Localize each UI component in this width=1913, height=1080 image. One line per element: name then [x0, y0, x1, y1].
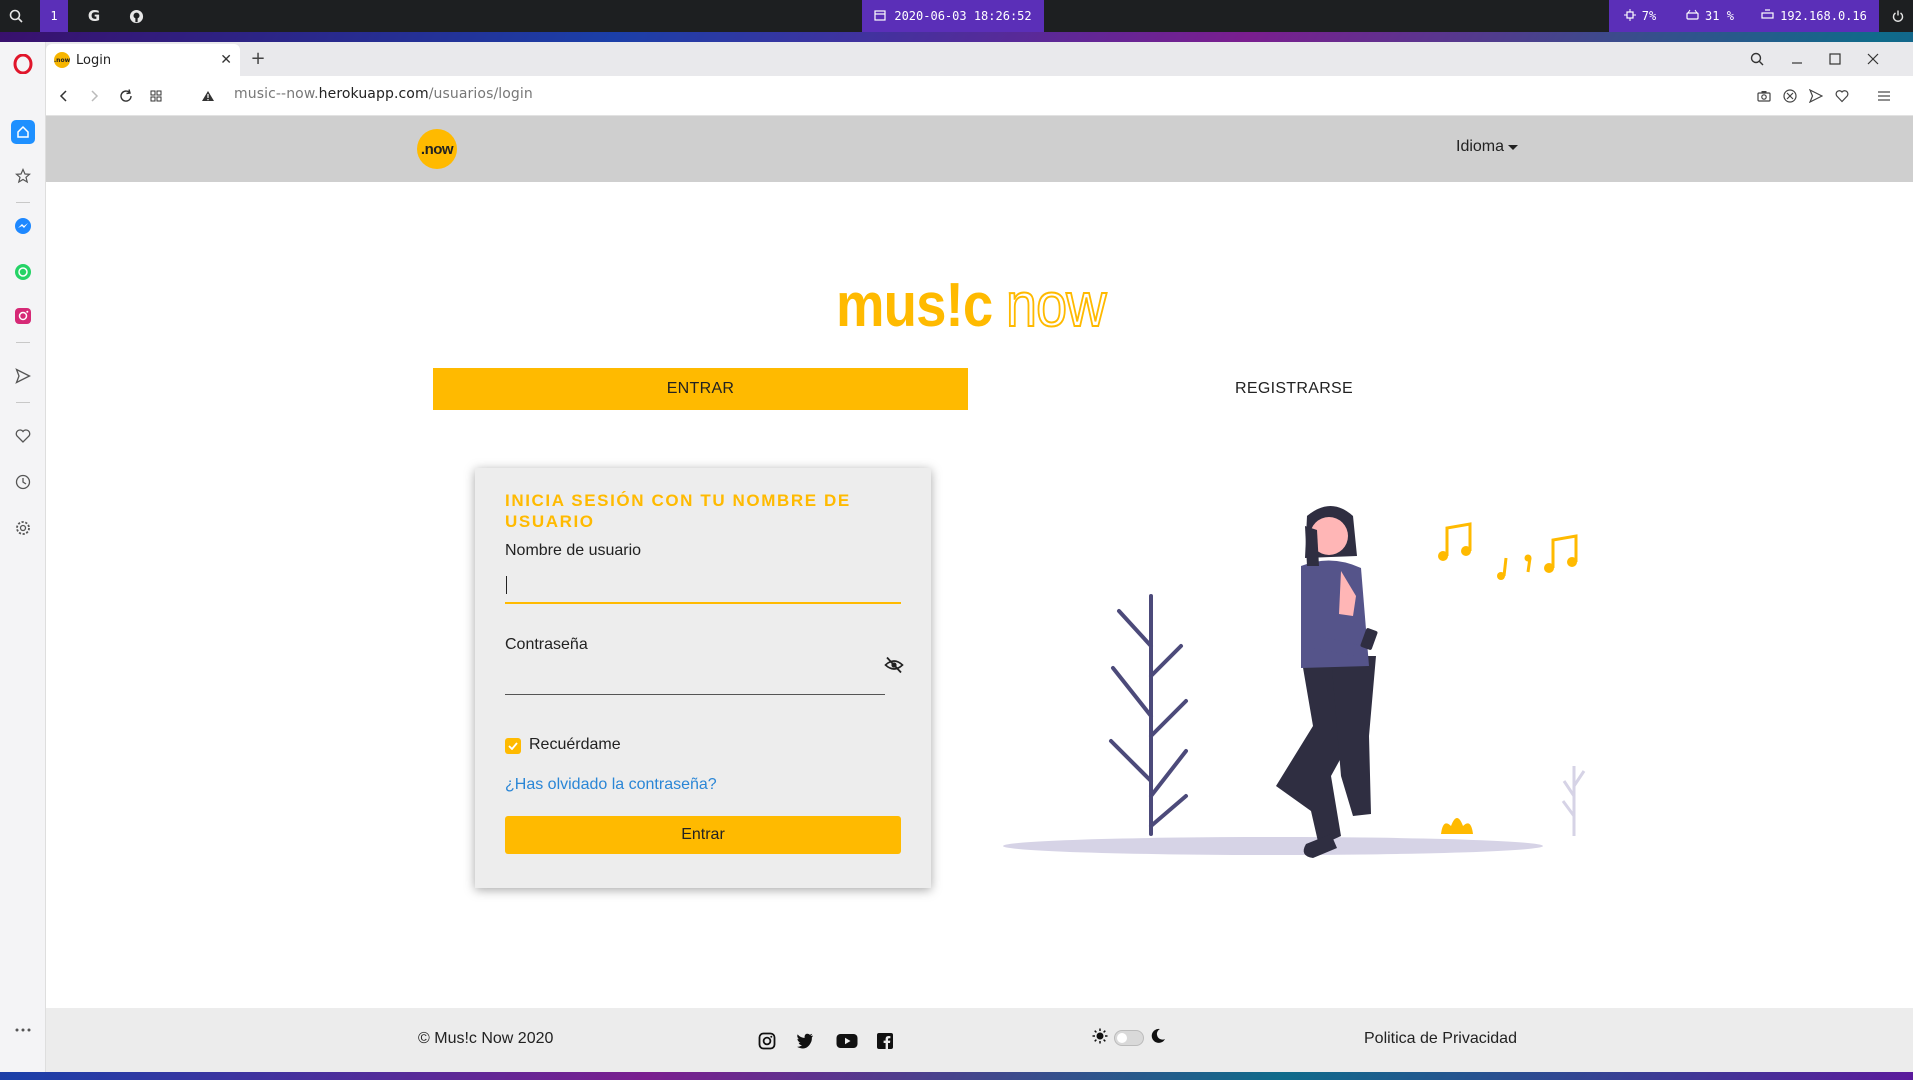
close-window-icon[interactable] [1862, 48, 1884, 70]
theme-switcher [1092, 1028, 1166, 1048]
login-card: INICIA SESIÓN CON TU NOMBRE DE USUARIO N… [475, 468, 931, 888]
page-content: .now Idioma mus!c now ENTRAR REGISTRARSE… [46, 116, 1913, 1072]
remember-me-label[interactable]: Recuérdame [529, 736, 621, 754]
site-footer: © Mus!c Now 2020 Politica de Privacidad [46, 1008, 1913, 1072]
ethernet-icon [1761, 9, 1774, 23]
caret-down-icon [1508, 144, 1519, 150]
easy-setup-menu-icon[interactable] [1874, 86, 1894, 106]
bookmark-heart-icon[interactable] [1832, 86, 1852, 106]
site-navbar: .now Idioma [46, 116, 1913, 182]
brand-now-text: now [1005, 270, 1107, 341]
privacy-policy-link[interactable]: Politica de Privacidad [1364, 1030, 1517, 1048]
send-icon[interactable] [11, 364, 35, 388]
datetime-text: 2020-06-03 18:26:52 [894, 9, 1032, 23]
sun-icon [1092, 1028, 1108, 1048]
opera-sidebar [0, 42, 46, 1072]
tab-register[interactable]: REGISTRARSE [1164, 368, 1424, 410]
password-input[interactable] [505, 662, 885, 692]
url-path: /usuarios/login [428, 86, 533, 102]
power-icon[interactable] [1883, 0, 1913, 32]
site-favicon: .now [54, 52, 70, 68]
password-underline [505, 694, 885, 695]
cpu-usage-text: 7% [1641, 9, 1657, 23]
site-logo[interactable]: .now [417, 129, 457, 169]
url-host: herokuapp.com [318, 86, 429, 102]
address-bar: music--now.herokuapp.com/usuarios/login [46, 76, 1913, 116]
password-label: Contraseña [505, 636, 588, 653]
clock-widget: 2020-06-03 18:26:52 [862, 0, 1044, 32]
copyright-text: © Mus!c Now 2020 [418, 1030, 554, 1047]
language-label: Idioma [1456, 138, 1505, 155]
facebook-icon[interactable] [874, 1030, 896, 1052]
adblock-icon[interactable] [1780, 86, 1800, 106]
url-prefix: music--now. [234, 86, 319, 102]
minimize-icon[interactable] [1786, 48, 1808, 70]
dark-mode-toggle[interactable] [1114, 1030, 1144, 1046]
calendar-icon [874, 9, 886, 24]
share-send-icon[interactable] [1806, 86, 1826, 106]
browser-window: .now Login ✕ + music--now.herokuapp.com/… [46, 42, 1913, 1072]
moon-icon [1150, 1028, 1166, 1048]
bookmarks-icon[interactable] [11, 164, 35, 188]
cpu-icon [1623, 8, 1636, 24]
reload-icon[interactable] [114, 84, 138, 108]
speed-dial-icon[interactable] [144, 84, 168, 108]
github-icon[interactable] [122, 0, 150, 32]
new-tab-button[interactable]: + [246, 46, 270, 70]
login-heading: INICIA SESIÓN CON TU NOMBRE DE USUARIO [505, 491, 851, 531]
forward-icon[interactable] [82, 84, 106, 108]
close-tab-icon[interactable]: ✕ [220, 52, 232, 68]
url-field[interactable]: music--now.herokuapp.com/usuarios/login [234, 86, 533, 102]
network-widget: 192.168.0.16 [1749, 0, 1879, 32]
history-icon[interactable] [11, 470, 35, 494]
search-tabs-icon[interactable] [1746, 48, 1768, 70]
os-top-bar: 1 G 2020-06-03 18:26:52 7% 31 % 192.168.… [0, 0, 1913, 32]
cpu-widget: 7% [1609, 0, 1671, 32]
ip-address-text: 192.168.0.16 [1780, 9, 1867, 23]
instagram-sidebar-icon[interactable] [11, 304, 35, 328]
brand-music-text: mus!c [836, 271, 993, 340]
google-icon[interactable]: G [80, 0, 108, 32]
maximize-icon[interactable] [1824, 48, 1846, 70]
instagram-icon[interactable] [756, 1030, 778, 1052]
language-dropdown[interactable]: Idioma [1456, 138, 1519, 156]
woman-listening-music-illustration [1001, 496, 1601, 896]
search-icon[interactable] [0, 0, 32, 32]
tab-bar: .now Login ✕ + [46, 42, 1913, 76]
disk-icon [1686, 9, 1699, 23]
settings-gear-icon[interactable] [11, 516, 35, 540]
messenger-icon[interactable] [11, 214, 35, 238]
more-options-icon[interactable] [11, 1018, 35, 1042]
heart-icon[interactable] [11, 424, 35, 448]
back-icon[interactable] [52, 84, 76, 108]
forgot-password-link[interactable]: ¿Has olvidado la contraseña? [505, 776, 717, 794]
username-label: Nombre de usuario [505, 542, 642, 559]
opera-logo-icon[interactable] [11, 52, 35, 76]
disk-usage-text: 31 % [1705, 9, 1734, 23]
twitter-icon[interactable] [794, 1030, 816, 1052]
remember-me-checkbox[interactable] [505, 738, 521, 754]
text-cursor [506, 576, 507, 594]
login-submit-button[interactable]: Entrar [505, 816, 901, 854]
whatsapp-icon[interactable] [11, 260, 35, 284]
tab-login[interactable]: ENTRAR [433, 368, 968, 410]
youtube-icon[interactable] [834, 1030, 860, 1052]
username-underline [505, 602, 901, 604]
workspace-indicator[interactable]: 1 [40, 0, 68, 32]
insecure-warning-icon[interactable] [196, 84, 220, 108]
home-icon[interactable] [11, 120, 35, 144]
browser-tab-login[interactable]: .now Login ✕ [46, 44, 240, 76]
username-input[interactable] [505, 570, 901, 600]
brand-logo: mus!c now [836, 270, 1116, 341]
toggle-password-visibility-icon[interactable] [884, 656, 906, 674]
tab-title: Login [76, 52, 112, 68]
disk-widget: 31 % [1671, 0, 1749, 32]
snapshot-icon[interactable] [1754, 86, 1774, 106]
